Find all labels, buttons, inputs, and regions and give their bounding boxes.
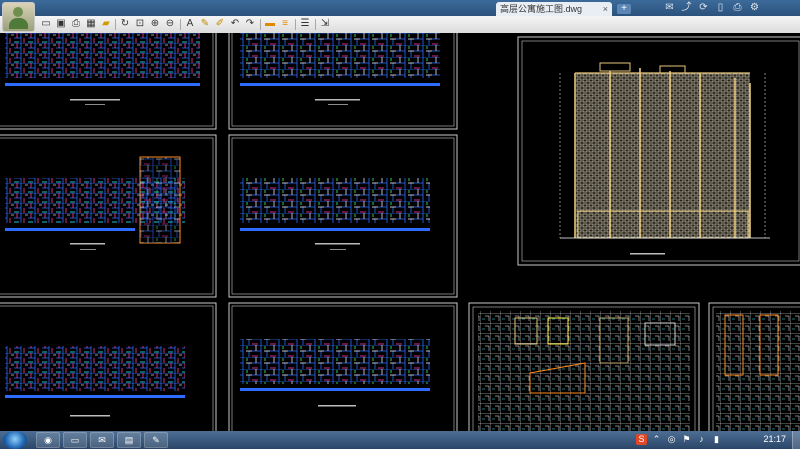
open-icon[interactable]: ▭ [40, 18, 52, 30]
chrome-icon[interactable]: ◉ [36, 432, 60, 448]
zoom-out-icon[interactable]: ⊖ [164, 18, 176, 30]
toolbar-separator [315, 19, 316, 30]
color-icon[interactable]: ≡ [279, 18, 291, 30]
building-elevation [559, 62, 770, 239]
settings-icon[interactable]: ⚙ [749, 2, 760, 13]
flag-icon[interactable]: ⚑ [681, 434, 692, 445]
drawing-icon[interactable]: ✎ [144, 432, 168, 448]
taskbar: ◉ ▭ ✉ ▤ ✎ S ⌃ ◎ ⚑ ♪ ▮ 21:17 [0, 431, 800, 449]
marker-icon[interactable]: ✐ [214, 18, 226, 30]
winrar-icon[interactable]: ▤ [117, 432, 141, 448]
sogou-icon[interactable]: S [636, 434, 647, 445]
avatar-body-icon [9, 18, 28, 29]
document-tab-title: 高层公寓施工图.dwg [500, 4, 583, 14]
start-button[interactable] [3, 431, 27, 449]
undo-icon[interactable]: ↶ [229, 18, 241, 30]
layers-icon[interactable]: ☰ [299, 18, 311, 30]
sync-icon[interactable]: ⟳ [698, 2, 709, 13]
toolbar: ▭ ▣ ⎙ ▦ ▰ ↻ ⊡ ⊕ ⊖ A ✎ ✐ ↶ ↷ ▬ ≡ ☰ ⇲ [0, 16, 800, 34]
toolbar-separator [295, 19, 296, 30]
zoom-in-icon[interactable]: ⊕ [149, 18, 161, 30]
system-icons: ✉ ⤴ ⟳ ▯ ⎙ ⚙ [664, 2, 760, 14]
toolbar-separator [180, 19, 181, 30]
network-icon[interactable]: ◎ [666, 434, 677, 445]
text-icon[interactable]: A [184, 18, 196, 30]
mail-icon[interactable]: ✉ [90, 432, 114, 448]
image-icon[interactable]: ▦ [85, 18, 97, 30]
rotate-icon[interactable]: ↻ [119, 18, 131, 30]
export-icon[interactable]: ⇲ [319, 18, 331, 30]
cad-drawing [0, 33, 800, 431]
avatar-head-icon [13, 7, 23, 17]
save-icon[interactable]: ▣ [55, 18, 67, 30]
pen-icon[interactable]: ✎ [199, 18, 211, 30]
battery-icon[interactable]: ▮ [711, 434, 722, 445]
print-icon[interactable]: ⎙ [70, 18, 82, 30]
tab-close-button[interactable]: × [603, 2, 608, 16]
user-avatar[interactable] [2, 2, 35, 32]
email-icon[interactable]: ✉ [664, 2, 675, 13]
zoom-window-icon[interactable]: ⊡ [134, 18, 146, 30]
folder-icon[interactable]: ▭ [63, 432, 87, 448]
redo-icon[interactable]: ↷ [244, 18, 256, 30]
print-icon[interactable]: ⎙ [732, 2, 743, 13]
drawing-canvas[interactable] [0, 33, 800, 431]
toolbar-separator [260, 19, 261, 30]
clock[interactable]: 21:17 [763, 434, 786, 444]
mobile-icon[interactable]: ▯ [715, 2, 726, 13]
toolbar-separator [115, 19, 116, 30]
new-tab-button[interactable]: + [617, 4, 631, 14]
document-tab[interactable]: 高层公寓施工图.dwg × [496, 2, 612, 16]
lock-icon[interactable]: ▰ [100, 18, 112, 30]
volume-icon[interactable]: ♪ [696, 434, 707, 445]
chevron-up-icon[interactable]: ⌃ [651, 434, 662, 445]
show-desktop-button[interactable] [792, 431, 800, 449]
share-icon[interactable]: ⤴ [681, 2, 692, 13]
system-tray: S ⌃ ◎ ⚑ ♪ ▮ [636, 434, 722, 445]
layer-icon[interactable]: ▬ [264, 18, 276, 30]
